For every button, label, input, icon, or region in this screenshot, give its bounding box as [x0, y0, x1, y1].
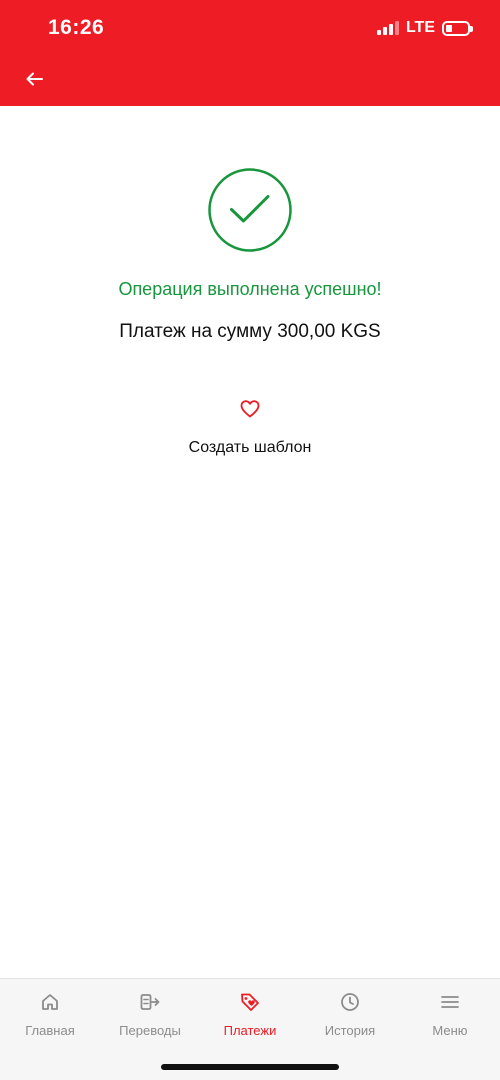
clock-icon	[341, 993, 359, 1011]
network-type: LTE	[405, 19, 435, 36]
top-app-bar: 16:26 LTE	[0, 0, 500, 106]
heart-icon	[240, 400, 260, 418]
payment-amount-text: Платеж на сумму 300,00 KGS	[119, 321, 381, 342]
nav-item-payments[interactable]: Платежи	[200, 991, 300, 1051]
menu-icon	[441, 996, 459, 1008]
nav-item-home[interactable]: Главная	[0, 991, 100, 1051]
success-title: Операция выполнена успешно!	[118, 279, 382, 299]
bottom-navigation: Главная Переводы Платежи История Меню	[0, 978, 500, 1080]
create-template-label: Создать шаблон	[188, 439, 312, 456]
status-time: 16:26	[48, 16, 105, 39]
home-icon	[42, 994, 58, 1010]
nav-item-history[interactable]: История	[300, 991, 400, 1051]
nav-label-payments: Платежи	[223, 1023, 277, 1038]
status-indicators: LTE	[376, 19, 473, 37]
battery-icon	[442, 20, 473, 36]
nav-label-menu: Меню	[432, 1023, 468, 1038]
home-indicator	[161, 1064, 339, 1070]
nav-item-transfers[interactable]: Переводы	[100, 991, 200, 1051]
nav-label-home: Главная	[25, 1023, 75, 1038]
payment-tag-icon	[241, 993, 259, 1011]
create-template-button[interactable]: Создать шаблон	[150, 396, 350, 466]
nav-label-history: История	[324, 1023, 376, 1038]
nav-item-menu[interactable]: Меню	[400, 991, 500, 1051]
cellular-signal-icon	[376, 21, 399, 35]
back-arrow-icon[interactable]	[22, 66, 48, 92]
check-circle-icon	[208, 168, 292, 252]
nav-label-transfers: Переводы	[119, 1023, 181, 1038]
transfer-icon	[140, 994, 160, 1010]
